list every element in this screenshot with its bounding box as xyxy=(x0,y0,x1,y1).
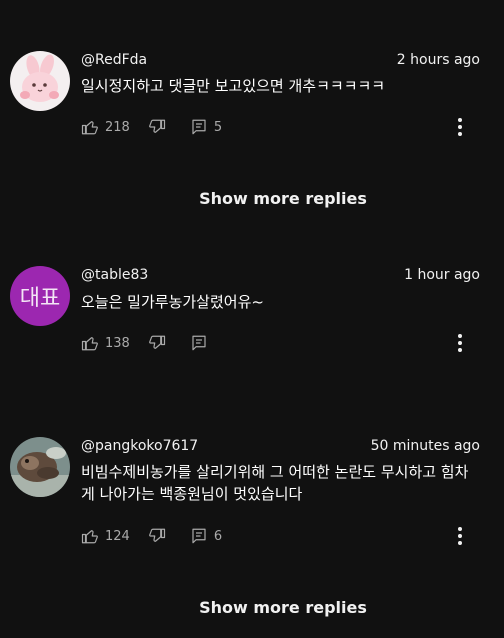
more-options-button[interactable] xyxy=(450,331,470,355)
avatar[interactable] xyxy=(10,51,70,111)
avatar[interactable]: 대표 xyxy=(10,266,70,326)
like-count: 124 xyxy=(105,528,130,544)
comment-timestamp[interactable]: 50 minutes ago xyxy=(371,438,480,454)
like-button[interactable]: 218 xyxy=(81,118,130,136)
vertical-dots-icon xyxy=(458,334,462,352)
thumbs-down-icon xyxy=(148,528,165,542)
comment-author[interactable]: @pangkoko7617 xyxy=(81,438,198,454)
reply-button[interactable] xyxy=(190,334,208,352)
reply-button[interactable]: 6 xyxy=(190,527,222,545)
thumbs-down-icon xyxy=(148,119,165,133)
reply-comment-icon xyxy=(192,528,206,544)
dislike-button[interactable] xyxy=(148,334,166,352)
like-count: 218 xyxy=(105,119,130,135)
more-options-button[interactable] xyxy=(450,115,470,139)
reply-comment-icon xyxy=(192,335,206,351)
comment-actions: 124 6 xyxy=(81,526,222,546)
photo-avatar-icon xyxy=(10,437,70,497)
reply-count: 6 xyxy=(213,528,223,544)
more-options-button[interactable] xyxy=(450,524,470,548)
comment-text: 오늘은 밀가루농가살렸어유~ xyxy=(81,293,264,311)
reply-comment-icon xyxy=(192,119,206,135)
like-count: 138 xyxy=(105,335,130,351)
vertical-dots-icon xyxy=(458,527,462,545)
comment-text: 비빔수제비농가를 살리기위해 그 어떠한 논란도 무시하고 힘차게 나아가는 백… xyxy=(81,463,469,503)
like-button[interactable]: 124 xyxy=(81,527,130,545)
like-button[interactable]: 138 xyxy=(81,334,130,352)
reply-count: 5 xyxy=(213,119,223,135)
avatar-initials: 대표 xyxy=(19,286,61,311)
comment-actions: 138 xyxy=(81,333,208,353)
comment-timestamp[interactable]: 2 hours ago xyxy=(397,52,480,68)
show-more-replies-button[interactable]: Show more replies xyxy=(0,598,504,617)
bunny-cartoon-avatar-icon xyxy=(10,51,70,111)
thumbs-up-icon xyxy=(81,121,98,135)
dislike-button[interactable] xyxy=(148,527,166,545)
thumbs-down-icon xyxy=(148,335,165,349)
comment-text: 일시정지하고 댓글만 보고있으면 개추ㅋㅋㅋㅋㅋ xyxy=(81,77,386,95)
comment-author[interactable]: @RedFda xyxy=(81,52,147,68)
avatar[interactable] xyxy=(10,437,70,497)
show-more-replies-button[interactable]: Show more replies xyxy=(0,189,504,208)
thumbs-up-icon xyxy=(81,337,98,351)
vertical-dots-icon xyxy=(458,118,462,136)
thumbs-up-icon xyxy=(81,530,98,544)
dislike-button[interactable] xyxy=(148,118,166,136)
comment-timestamp[interactable]: 1 hour ago xyxy=(404,267,480,283)
reply-button[interactable]: 5 xyxy=(190,118,222,136)
comment-actions: 218 5 xyxy=(81,117,222,137)
comment-author[interactable]: @table83 xyxy=(81,267,148,283)
